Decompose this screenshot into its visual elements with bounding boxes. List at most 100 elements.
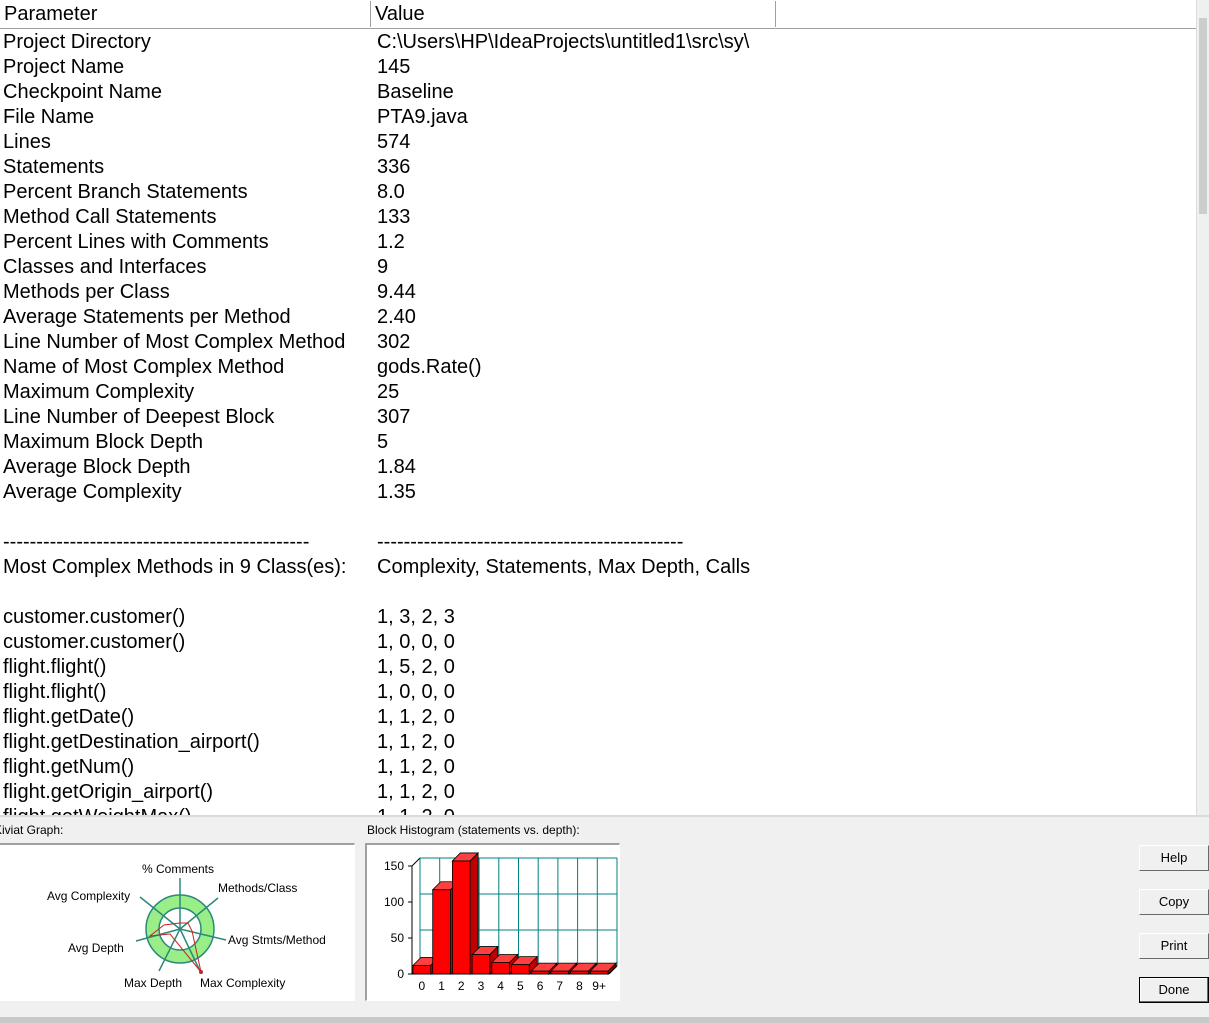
value-cell: 5 — [377, 431, 389, 453]
value-cell: 1, 1, 2, 0 — [377, 781, 455, 803]
list-row[interactable]: Maximum Complexity 25 — [0, 380, 1196, 405]
list-row[interactable]: Maximum Block Depth 5 — [0, 430, 1196, 455]
list-row[interactable]: Average Block Depth 1.84 — [0, 455, 1196, 480]
value-cell: Complexity, Statements, Max Depth, Calls — [377, 556, 751, 578]
value-cell: 9.44 — [377, 281, 416, 303]
list-rows: Project Directory C:\Users\HP\IdeaProject… — [0, 30, 1196, 815]
value-cell: 1, 1, 2, 0 — [377, 731, 455, 753]
value-cell: 1, 0, 0, 0 — [377, 631, 455, 653]
parameter-cell: Statements — [3, 156, 105, 178]
vertical-scrollbar[interactable] — [1196, 0, 1209, 815]
kiviat-graph: % Comments Methods/Class Avg Stmts/Metho… — [47, 862, 326, 990]
parameter-cell: flight.getDestination_airport() — [3, 731, 260, 753]
y-tick-label: 150 — [384, 859, 404, 873]
value-cell: PTA9.java — [377, 106, 468, 128]
list-row[interactable]: flight.getOrigin_airport() 1, 1, 2, 0 — [0, 780, 1196, 805]
x-tick-label: 4 — [497, 979, 504, 993]
value-cell: 307 — [377, 406, 411, 428]
done-button[interactable]: Done — [1139, 977, 1209, 1003]
value-cell: 2.40 — [377, 306, 416, 328]
x-tick-label: 0 — [419, 979, 426, 993]
kiviat-graph-panel: % Comments Methods/Class Avg Stmts/Metho… — [0, 843, 355, 1001]
parameter-cell: Lines — [3, 131, 51, 153]
list-row[interactable]: Lines 574 — [0, 130, 1196, 155]
column-header-parameter[interactable]: Parameter — [0, 1, 371, 27]
value-cell: C:\Users\HP\IdeaProjects\untitled1\src\s… — [377, 31, 750, 53]
scrollbar-thumb[interactable] — [1199, 18, 1207, 214]
x-tick-label: 8 — [576, 979, 583, 993]
value-cell: ----------------------------------------… — [377, 531, 684, 553]
list-row[interactable]: File Name PTA9.java — [0, 105, 1196, 130]
list-row[interactable]: Method Call Statements 133 — [0, 205, 1196, 230]
x-tick-label: 6 — [537, 979, 544, 993]
list-row[interactable]: Classes and Interfaces 9 — [0, 255, 1196, 280]
list-row[interactable]: Average Statements per Method 2.40 — [0, 305, 1196, 330]
y-tick-label: 0 — [397, 967, 404, 981]
list-row[interactable]: customer.customer() 1, 0, 0, 0 — [0, 630, 1196, 655]
list-row[interactable]: Statements 336 — [0, 155, 1196, 180]
list-row[interactable]: Line Number of Most Complex Method 302 — [0, 330, 1196, 355]
value-cell: 133 — [377, 206, 411, 228]
list-row[interactable] — [0, 505, 1196, 530]
print-button[interactable]: Print — [1139, 933, 1209, 959]
list-row[interactable]: Methods per Class 9.44 — [0, 280, 1196, 305]
list-row[interactable]: ----------------------------------------… — [0, 530, 1196, 555]
value-cell: 574 — [377, 131, 411, 153]
kiviat-label-avg-depth: Avg Depth — [68, 941, 124, 955]
value-cell: gods.Rate() — [377, 356, 482, 378]
list-row[interactable]: Project Directory C:\Users\HP\IdeaProject… — [0, 30, 1196, 55]
parameter-cell: Line Number of Most Complex Method — [3, 331, 346, 353]
kiviat-label-comments: % Comments — [142, 862, 214, 876]
panel-separator — [0, 815, 1209, 817]
value-cell: Baseline — [377, 81, 454, 103]
list-row[interactable]: flight.getDestination_airport() 1, 1, 2, … — [0, 730, 1196, 755]
parameter-cell: Percent Branch Statements — [3, 181, 248, 203]
value-cell: 1, 5, 2, 0 — [377, 656, 455, 678]
list-row[interactable]: Line Number of Deepest Block 307 — [0, 405, 1196, 430]
list-row[interactable] — [0, 580, 1196, 605]
parameter-cell: flight.getOrigin_airport() — [3, 781, 214, 803]
value-cell: 145 — [377, 56, 411, 78]
list-row[interactable]: Average Complexity 1.35 — [0, 480, 1196, 505]
parameter-cell: ----------------------------------------… — [3, 531, 310, 553]
help-button[interactable]: Help — [1139, 845, 1209, 871]
parameter-cell: Project Directory — [3, 31, 151, 53]
kiviat-caption: Kiviat Graph: — [0, 823, 64, 837]
copy-button[interactable]: Copy — [1139, 889, 1209, 915]
x-tick-label: 1 — [438, 979, 445, 993]
metrics-list-view[interactable]: Parameter Value Project Directory C:\User… — [0, 0, 1209, 815]
value-cell: 1, 1, 2, 0 — [377, 706, 455, 728]
list-row[interactable]: Percent Lines with Comments 1.2 — [0, 230, 1196, 255]
parameter-cell: Percent Lines with Comments — [3, 231, 269, 253]
value-cell: 8.0 — [377, 181, 405, 203]
parameter-cell: Average Block Depth — [3, 456, 191, 478]
parameter-cell: customer.customer() — [3, 631, 186, 653]
parameter-cell: Maximum Block Depth — [3, 431, 204, 453]
parameter-cell: flight.getNum() — [3, 756, 135, 778]
value-cell: 1, 1, 2, 0 — [377, 805, 455, 815]
column-header-value[interactable]: Value — [371, 1, 776, 27]
list-row[interactable]: flight.getWeightMax() 1, 1, 2, 0 — [0, 805, 1196, 815]
value-cell: 1.2 — [377, 231, 405, 253]
list-row[interactable]: flight.flight() 1, 0, 0, 0 — [0, 680, 1196, 705]
list-header: Parameter Value — [0, 0, 1196, 29]
kiviat-label-methods-class: Methods/Class — [218, 881, 297, 895]
list-row[interactable]: flight.getNum() 1, 1, 2, 0 — [0, 755, 1196, 780]
x-tick-label: 3 — [478, 979, 485, 993]
list-row[interactable]: Percent Branch Statements 8.0 — [0, 180, 1196, 205]
parameter-cell: customer.customer() — [3, 606, 186, 628]
parameter-cell: Line Number of Deepest Block — [3, 406, 275, 428]
y-tick-label: 50 — [391, 931, 405, 945]
x-tick-label: 2 — [458, 979, 465, 993]
list-row[interactable]: Most Complex Methods in 9 Class(es): Comp… — [0, 555, 1196, 580]
list-row[interactable]: Project Name 145 — [0, 55, 1196, 80]
list-row[interactable]: flight.getDate() 1, 1, 2, 0 — [0, 705, 1196, 730]
histogram-panel: 150 100 50 0 0 1 2 3 4 5 6 7 8 9+ — [365, 843, 620, 1001]
value-cell: 302 — [377, 331, 411, 353]
parameter-cell: File Name — [3, 106, 95, 128]
list-row[interactable]: flight.flight() 1, 5, 2, 0 — [0, 655, 1196, 680]
list-row[interactable]: Checkpoint Name Baseline — [0, 80, 1196, 105]
y-tick-label: 100 — [384, 895, 404, 909]
list-row[interactable]: Name of Most Complex Method gods.Rate() — [0, 355, 1196, 380]
list-row[interactable]: customer.customer() 1, 3, 2, 3 — [0, 605, 1196, 630]
